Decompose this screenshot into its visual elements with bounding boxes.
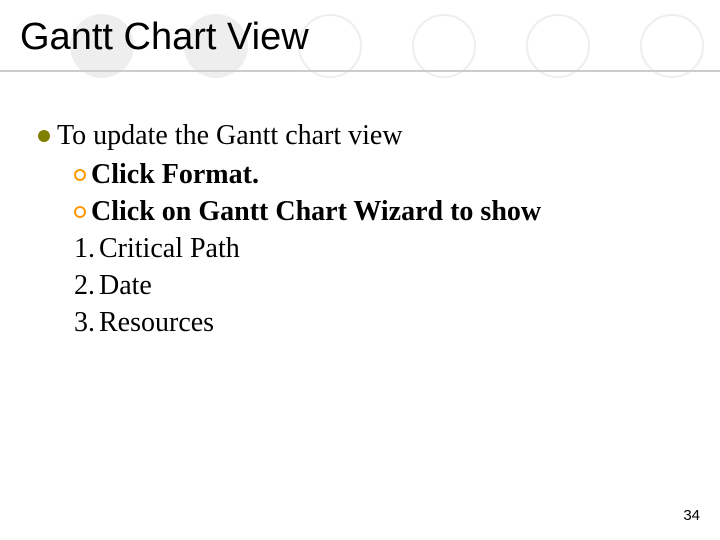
bullet-level2-text: Click Format. (91, 157, 259, 194)
slide-title: Gantt Chart View (20, 16, 309, 59)
list-number: 2. (74, 268, 95, 305)
page-number: 34 (683, 507, 700, 524)
list-text: Critical Path (99, 231, 240, 268)
ring-bullet-icon (74, 169, 86, 181)
slide-body: To update the Gantt chart view Click For… (38, 118, 690, 342)
disc-bullet-icon (38, 130, 50, 142)
bullet-level2: Click Format. (74, 157, 690, 194)
bullet-level2-text: Click on Gantt Chart Wizard to show (91, 194, 541, 231)
bullet-level2: Click on Gantt Chart Wizard to show (74, 194, 690, 231)
title-underline (0, 70, 720, 72)
decor-circle (640, 14, 704, 78)
bullet-level1: To update the Gantt chart view (38, 118, 690, 155)
decor-circle (412, 14, 476, 78)
list-number: 1. (74, 231, 95, 268)
bullet-level1-text: To update the Gantt chart view (57, 118, 403, 155)
list-number: 3. (74, 305, 95, 342)
list-item: 2. Date (74, 268, 690, 305)
list-text: Resources (99, 305, 214, 342)
list-item: 3. Resources (74, 305, 690, 342)
list-item: 1. Critical Path (74, 231, 690, 268)
ordered-list: 1. Critical Path 2. Date 3. Resources (74, 231, 690, 342)
list-text: Date (99, 268, 152, 305)
ring-bullet-icon (74, 206, 86, 218)
decor-circle (526, 14, 590, 78)
